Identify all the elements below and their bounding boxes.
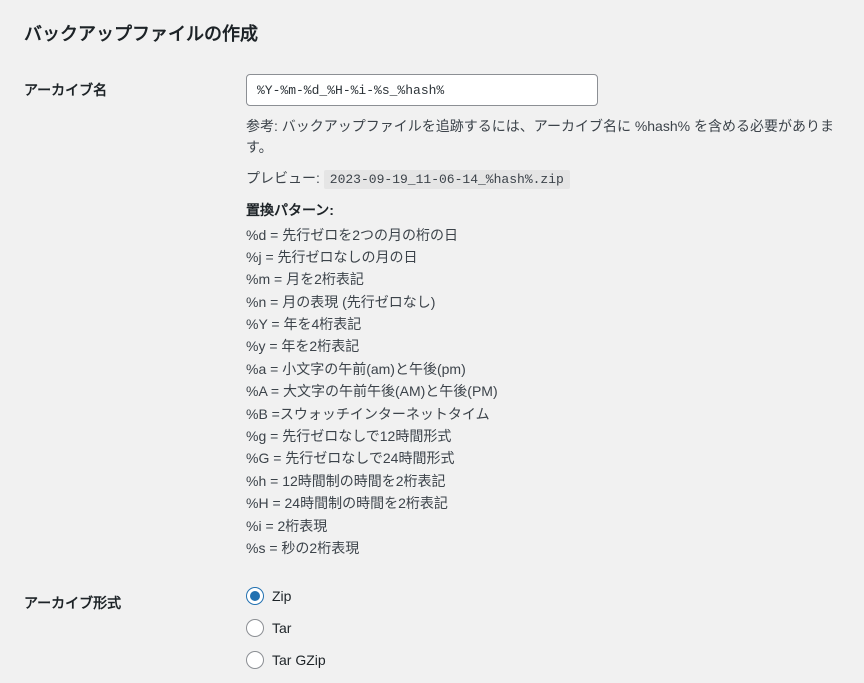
format-radio-zip-label: Zip	[272, 588, 291, 604]
pattern-item: %j = 先行ゼロなしの月の日	[246, 246, 840, 268]
format-radio-targzip-label: Tar GZip	[272, 652, 326, 668]
format-option-tar[interactable]: Tar	[246, 619, 840, 637]
patterns-list: %d = 先行ゼロを2つの月の桁の日 %j = 先行ゼロなしの月の日 %m = …	[246, 224, 840, 560]
pattern-item: %i = 2桁表現	[246, 515, 840, 537]
format-option-targzip[interactable]: Tar GZip	[246, 651, 840, 669]
pattern-item: %H = 24時間制の時間を2桁表記	[246, 492, 840, 514]
archive-name-help: 参考: バックアップファイルを追跡するには、アーカイブ名に %hash% を含め…	[246, 116, 840, 158]
pattern-item: %g = 先行ゼロなしで12時間形式	[246, 425, 840, 447]
format-radio-zip[interactable]	[246, 587, 264, 605]
format-radio-targzip[interactable]	[246, 651, 264, 669]
pattern-item: %A = 大文字の午前午後(AM)と午後(PM)	[246, 380, 840, 402]
pattern-item: %h = 12時間制の時間を2桁表記	[246, 470, 840, 492]
format-option-zip[interactable]: Zip	[246, 587, 840, 605]
format-radio-tar[interactable]	[246, 619, 264, 637]
pattern-item: %y = 年を2桁表記	[246, 335, 840, 357]
page-title: バックアップファイルの作成	[24, 20, 840, 46]
pattern-item: %s = 秒の2桁表現	[246, 537, 840, 559]
pattern-item: %n = 月の表現 (先行ゼロなし)	[246, 291, 840, 313]
pattern-item: %Y = 年を4桁表記	[246, 313, 840, 335]
patterns-title: 置換パターン:	[246, 200, 840, 220]
archive-name-row: アーカイブ名 参考: バックアップファイルを追跡するには、アーカイブ名に %ha…	[24, 74, 840, 559]
archive-name-preview: プレビュー: 2023-09-19_11-06-14_%hash%.zip	[246, 168, 840, 190]
preview-value: 2023-09-19_11-06-14_%hash%.zip	[324, 170, 570, 189]
archive-name-label: アーカイブ名	[24, 74, 246, 100]
format-radio-tar-label: Tar	[272, 620, 291, 636]
archive-format-row: アーカイブ形式 Zip Tar Tar GZip	[24, 587, 840, 683]
archive-format-label: アーカイブ形式	[24, 587, 246, 613]
preview-label: プレビュー:	[246, 170, 320, 186]
archive-name-input[interactable]	[246, 74, 598, 106]
archive-format-field: Zip Tar Tar GZip	[246, 587, 840, 683]
pattern-item: %a = 小文字の午前(am)と午後(pm)	[246, 358, 840, 380]
pattern-item: %G = 先行ゼロなしで24時間形式	[246, 447, 840, 469]
pattern-item: %B =スウォッチインターネットタイム	[246, 403, 840, 425]
pattern-item: %d = 先行ゼロを2つの月の桁の日	[246, 224, 840, 246]
archive-name-field: 参考: バックアップファイルを追跡するには、アーカイブ名に %hash% を含め…	[246, 74, 840, 559]
pattern-item: %m = 月を2桁表記	[246, 268, 840, 290]
